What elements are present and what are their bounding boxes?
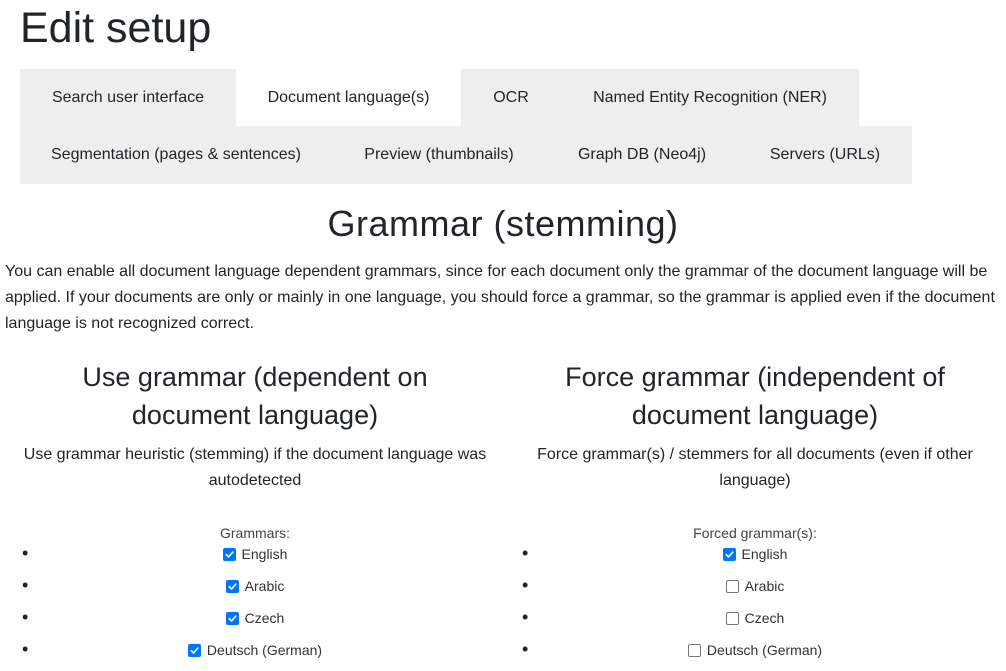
grammars-label: Grammars: (220, 525, 290, 541)
grammar-label-german: Deutsch (German) (206, 642, 323, 658)
tab-document-languages[interactable]: Document language(s) (236, 69, 461, 126)
force-grammar-description: Force grammar(s) / stemmers for all docu… (537, 446, 973, 489)
grammar-label-arabic: Arabic (244, 578, 285, 594)
force-grammar-column: Force grammar (independent of document l… (505, 358, 1005, 671)
forced-label-english: English (741, 546, 788, 562)
grammar-checkbox-english[interactable] (222, 547, 236, 561)
section-title: Grammar (stemming) (327, 203, 679, 244)
forced-option-arabic[interactable]: Arabic (505, 575, 1005, 597)
grammar-option-english[interactable]: English (5, 543, 505, 565)
use-grammar-description: Use grammar heuristic (stemming) if the … (23, 446, 487, 489)
grammar-option-german[interactable]: Deutsch (German) (5, 639, 505, 661)
forced-label-czech: Czech (744, 610, 785, 626)
forced-grammars-list: English Arabic Czech Deutsch (German) (505, 542, 1005, 671)
tab-search-user-interface[interactable]: Search user interface (20, 69, 236, 126)
forced-checkbox-czech[interactable] (725, 611, 739, 625)
forced-label-german: Deutsch (German) (706, 642, 823, 658)
grammar-label-czech: Czech (244, 610, 285, 626)
tab-preview[interactable]: Preview (thumbnails) (332, 126, 546, 184)
forced-label-arabic: Arabic (744, 578, 785, 594)
tab-ocr[interactable]: OCR (461, 69, 561, 126)
tab-row-1: Search user interface Document language(… (20, 69, 912, 126)
list-item: English (5, 542, 505, 575)
list-item: Czech (5, 606, 505, 639)
page-title: Edit setup (20, 4, 212, 52)
forced-option-english[interactable]: English (505, 543, 1005, 565)
section-intro: You can enable all document language dep… (5, 263, 995, 332)
tab-bar: Search user interface Document language(… (20, 69, 912, 184)
grammars-list: English Arabic Czech Deutsch (German) (5, 542, 505, 671)
list-item: Arabic (505, 574, 1005, 607)
grammar-checkbox-czech[interactable] (225, 611, 239, 625)
forced-checkbox-german[interactable] (687, 643, 701, 657)
grammar-option-arabic[interactable]: Arabic (5, 575, 505, 597)
forced-checkbox-arabic[interactable] (725, 579, 739, 593)
grammar-checkbox-arabic[interactable] (225, 579, 239, 593)
list-item: Deutsch (German) (505, 638, 1005, 671)
grammar-checkbox-german[interactable] (187, 643, 201, 657)
list-item: Arabic (5, 574, 505, 607)
forced-checkbox-english[interactable] (722, 547, 736, 561)
force-grammar-title: Force grammar (independent of document l… (565, 362, 945, 430)
use-grammar-title: Use grammar (dependent on document langu… (82, 362, 428, 430)
forced-grammars-label: Forced grammar(s): (693, 525, 817, 541)
use-grammar-column: Use grammar (dependent on document langu… (5, 358, 505, 671)
tab-servers[interactable]: Servers (URLs) (738, 126, 912, 184)
tab-ner[interactable]: Named Entity Recognition (NER) (561, 69, 859, 126)
forced-option-czech[interactable]: Czech (505, 607, 1005, 629)
grammar-option-czech[interactable]: Czech (5, 607, 505, 629)
forced-option-german[interactable]: Deutsch (German) (505, 639, 1005, 661)
grammar-label-english: English (241, 546, 288, 562)
tab-graph-db[interactable]: Graph DB (Neo4j) (546, 126, 738, 184)
list-item: Czech (505, 606, 1005, 639)
tab-row-2: Segmentation (pages & sentences) Preview… (20, 126, 912, 184)
tab-segmentation[interactable]: Segmentation (pages & sentences) (20, 126, 332, 184)
list-item: Deutsch (German) (5, 638, 505, 671)
list-item: English (505, 542, 1005, 575)
